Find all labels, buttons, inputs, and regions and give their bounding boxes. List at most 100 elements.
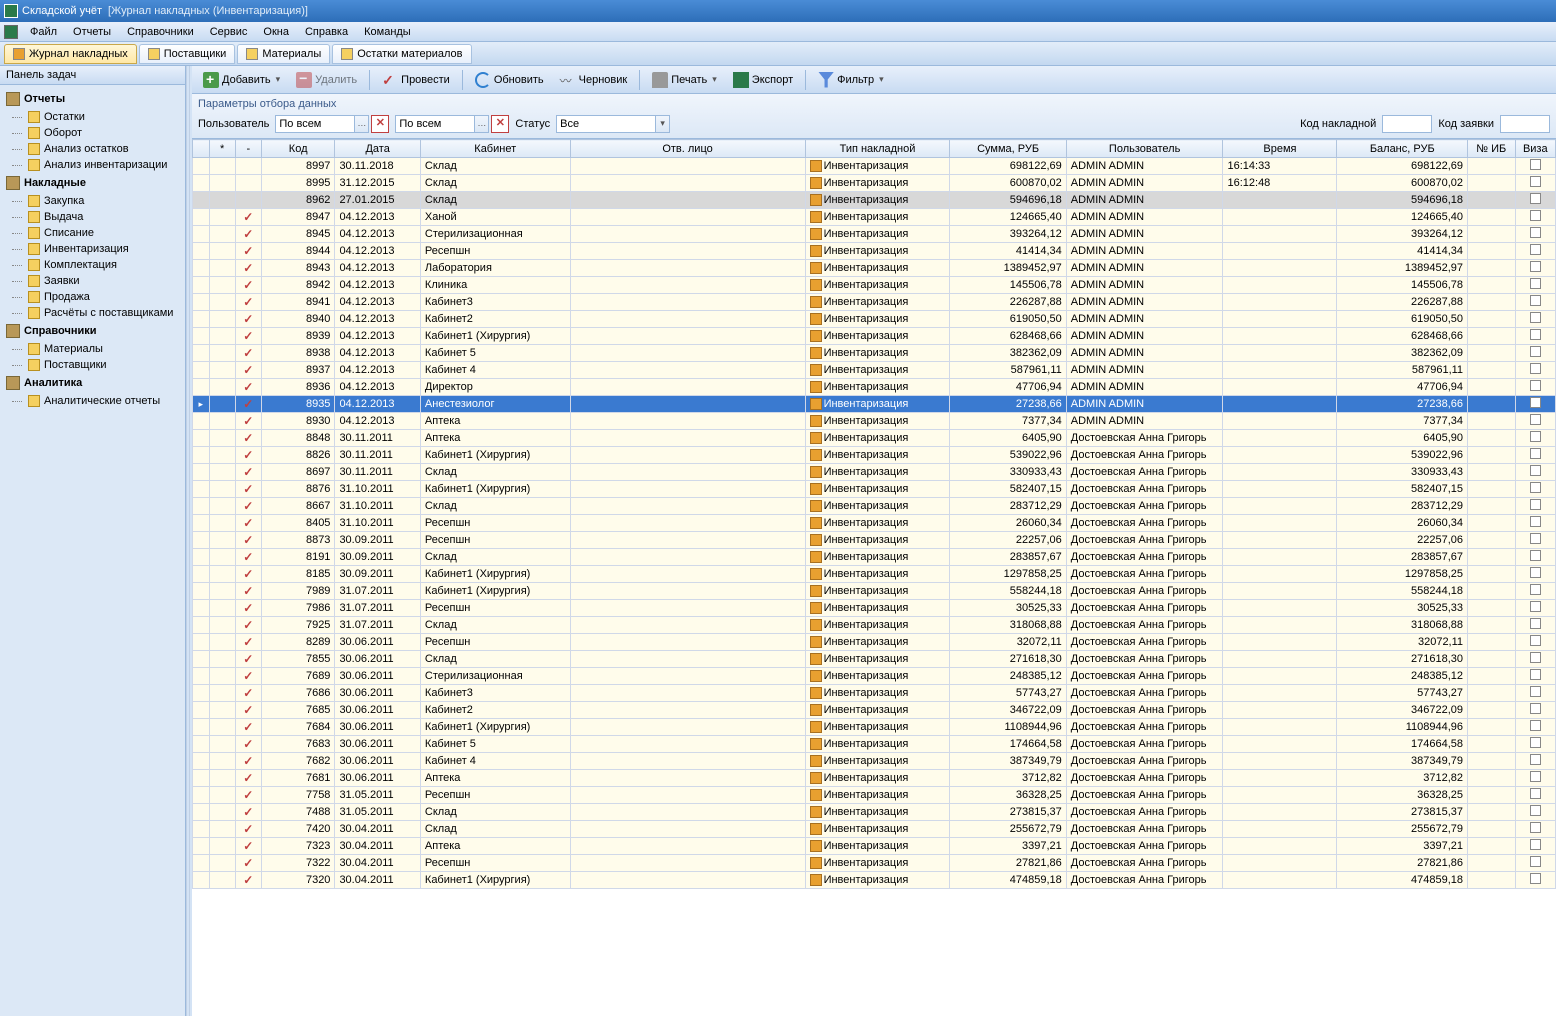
menu-Файл[interactable]: Файл bbox=[22, 24, 65, 40]
tree-item-Продажа[interactable]: Продажа bbox=[0, 289, 185, 305]
chevron-down-icon[interactable]: ▾ bbox=[656, 115, 670, 133]
cell-visa[interactable] bbox=[1515, 158, 1555, 175]
tree-item-Остатки[interactable]: Остатки bbox=[0, 109, 185, 125]
cell-visa[interactable] bbox=[1515, 311, 1555, 328]
cell-visa[interactable] bbox=[1515, 787, 1555, 804]
add-button[interactable]: Добавить▾ bbox=[196, 68, 287, 92]
cell-visa[interactable] bbox=[1515, 634, 1555, 651]
col-header[interactable]: Баланс, РУБ bbox=[1337, 140, 1468, 158]
tree-item-Оборот[interactable]: Оборот bbox=[0, 125, 185, 141]
kod-zayavka-input[interactable] bbox=[1500, 115, 1550, 133]
cell-visa[interactable] bbox=[1515, 328, 1555, 345]
cell-visa[interactable] bbox=[1515, 736, 1555, 753]
col-header[interactable]: - bbox=[235, 140, 261, 158]
cell-visa[interactable] bbox=[1515, 600, 1555, 617]
export-button[interactable]: Экспорт bbox=[726, 68, 800, 92]
col-header[interactable]: Виза bbox=[1515, 140, 1555, 158]
tree-item-Расчёты с поставщиками[interactable]: Расчёты с поставщиками bbox=[0, 305, 185, 321]
col-header[interactable]: Дата bbox=[335, 140, 420, 158]
cell-visa[interactable] bbox=[1515, 362, 1555, 379]
post-button[interactable]: Провести bbox=[375, 68, 457, 92]
menu-Отчеты[interactable]: Отчеты bbox=[65, 24, 119, 40]
col-header[interactable]: Сумма, РУБ bbox=[950, 140, 1066, 158]
table-row[interactable]: ✓768630.06.2011Кабинет3Инвентаризация577… bbox=[193, 685, 1556, 702]
tree-group-Накладные[interactable]: Накладные bbox=[0, 173, 185, 193]
table-row[interactable]: 899531.12.2015СкладИнвентаризация600870,… bbox=[193, 175, 1556, 192]
table-row[interactable]: ✓840531.10.2011РесепшнИнвентаризация2606… bbox=[193, 515, 1556, 532]
table-row[interactable]: ✓818530.09.2011Кабинет1 (Хирургия)Инвент… bbox=[193, 566, 1556, 583]
cell-visa[interactable] bbox=[1515, 719, 1555, 736]
combo2-input[interactable] bbox=[395, 115, 475, 133]
table-row[interactable]: ✓785530.06.2011СкладИнвентаризация271618… bbox=[193, 651, 1556, 668]
menu-Окна[interactable]: Окна bbox=[255, 24, 297, 40]
table-row[interactable]: 899730.11.2018СкладИнвентаризация698122,… bbox=[193, 158, 1556, 175]
table-row[interactable]: ✓768330.06.2011Кабинет 5Инвентаризация17… bbox=[193, 736, 1556, 753]
user-filter-input[interactable] bbox=[275, 115, 355, 133]
tree-group-Аналитика[interactable]: Аналитика bbox=[0, 373, 185, 393]
cell-visa[interactable] bbox=[1515, 260, 1555, 277]
table-row[interactable]: ✓887330.09.2011РесепшнИнвентаризация2225… bbox=[193, 532, 1556, 549]
cell-visa[interactable] bbox=[1515, 447, 1555, 464]
tree-item-Выдача[interactable]: Выдача bbox=[0, 209, 185, 225]
status-select[interactable] bbox=[556, 115, 656, 133]
app-menu-icon[interactable] bbox=[4, 25, 18, 39]
clear-icon[interactable]: ✕ bbox=[371, 115, 389, 133]
tree-item-Инвентаризация[interactable]: Инвентаризация bbox=[0, 241, 185, 257]
col-header[interactable]: Код bbox=[261, 140, 335, 158]
tree-group-Отчеты[interactable]: Отчеты bbox=[0, 89, 185, 109]
table-row[interactable]: ✓893904.12.2013Кабинет1 (Хирургия)Инвент… bbox=[193, 328, 1556, 345]
table-row[interactable]: ✓792531.07.2011СкладИнвентаризация318068… bbox=[193, 617, 1556, 634]
cell-visa[interactable] bbox=[1515, 192, 1555, 209]
cell-visa[interactable] bbox=[1515, 498, 1555, 515]
cell-visa[interactable] bbox=[1515, 209, 1555, 226]
table-row[interactable]: ✓768930.06.2011СтерилизационнаяИнвентари… bbox=[193, 668, 1556, 685]
refresh-button[interactable]: Обновить bbox=[468, 68, 551, 92]
table-row[interactable]: 896227.01.2015СкладИнвентаризация594696,… bbox=[193, 192, 1556, 209]
cell-visa[interactable] bbox=[1515, 413, 1555, 430]
table-row[interactable]: ✓894104.12.2013Кабинет3Инвентаризация226… bbox=[193, 294, 1556, 311]
table-row[interactable]: ✓894404.12.2013РесепшнИнвентаризация4141… bbox=[193, 243, 1556, 260]
cell-visa[interactable] bbox=[1515, 770, 1555, 787]
col-indicator[interactable] bbox=[193, 140, 210, 158]
table-row[interactable]: ✓894504.12.2013СтерилизационнаяИнвентари… bbox=[193, 226, 1556, 243]
tree-group-Справочники[interactable]: Справочники bbox=[0, 321, 185, 341]
table-row[interactable]: ✓884830.11.2011АптекаИнвентаризация6405,… bbox=[193, 430, 1556, 447]
tree-item-Анализ остатков[interactable]: Анализ остатков bbox=[0, 141, 185, 157]
tree-item-Комплектация[interactable]: Комплектация bbox=[0, 257, 185, 273]
table-row[interactable]: ✓894204.12.2013КлиникаИнвентаризация1455… bbox=[193, 277, 1556, 294]
print-button[interactable]: Печать▾ bbox=[645, 68, 724, 92]
cell-visa[interactable] bbox=[1515, 872, 1555, 889]
tree-item-Материалы[interactable]: Материалы bbox=[0, 341, 185, 357]
tree-item-Аналитические отчеты[interactable]: Аналитические отчеты bbox=[0, 393, 185, 409]
clear-icon[interactable]: ✕ bbox=[491, 115, 509, 133]
cell-visa[interactable] bbox=[1515, 379, 1555, 396]
table-row[interactable]: ✓732330.04.2011АптекаИнвентаризация3397,… bbox=[193, 838, 1556, 855]
cell-visa[interactable] bbox=[1515, 566, 1555, 583]
table-row[interactable]: ✓894304.12.2013ЛабораторияИнвентаризация… bbox=[193, 260, 1556, 277]
cell-visa[interactable] bbox=[1515, 277, 1555, 294]
tab-Поставщики[interactable]: Поставщики bbox=[139, 44, 236, 64]
menu-Команды[interactable]: Команды bbox=[356, 24, 419, 40]
col-header[interactable]: № ИБ bbox=[1468, 140, 1515, 158]
cell-visa[interactable] bbox=[1515, 345, 1555, 362]
table-row[interactable]: ✓798631.07.2011РесепшнИнвентаризация3052… bbox=[193, 600, 1556, 617]
cell-visa[interactable] bbox=[1515, 651, 1555, 668]
cell-visa[interactable] bbox=[1515, 532, 1555, 549]
tree-item-Заявки[interactable]: Заявки bbox=[0, 273, 185, 289]
col-header[interactable]: Тип накладной bbox=[805, 140, 950, 158]
cell-visa[interactable] bbox=[1515, 685, 1555, 702]
tab-Журнал накладных[interactable]: Журнал накладных bbox=[4, 44, 137, 64]
cell-visa[interactable] bbox=[1515, 855, 1555, 872]
cell-visa[interactable] bbox=[1515, 617, 1555, 634]
table-row[interactable]: ✓893804.12.2013Кабинет 5Инвентаризация38… bbox=[193, 345, 1556, 362]
table-row[interactable]: ✓893004.12.2013АптекаИнвентаризация7377,… bbox=[193, 413, 1556, 430]
cell-visa[interactable] bbox=[1515, 396, 1555, 413]
col-header[interactable]: * bbox=[209, 140, 235, 158]
table-row[interactable]: ✓732030.04.2011Кабинет1 (Хирургия)Инвент… bbox=[193, 872, 1556, 889]
dropdown-icon[interactable]: … bbox=[475, 115, 489, 133]
table-row[interactable]: ✓732230.04.2011РесепшнИнвентаризация2782… bbox=[193, 855, 1556, 872]
cell-visa[interactable] bbox=[1515, 702, 1555, 719]
table-row[interactable]: ✓869730.11.2011СкладИнвентаризация330933… bbox=[193, 464, 1556, 481]
table-row[interactable]: ✓887631.10.2011Кабинет1 (Хирургия)Инвент… bbox=[193, 481, 1556, 498]
draft-button[interactable]: Черновик bbox=[553, 68, 635, 92]
